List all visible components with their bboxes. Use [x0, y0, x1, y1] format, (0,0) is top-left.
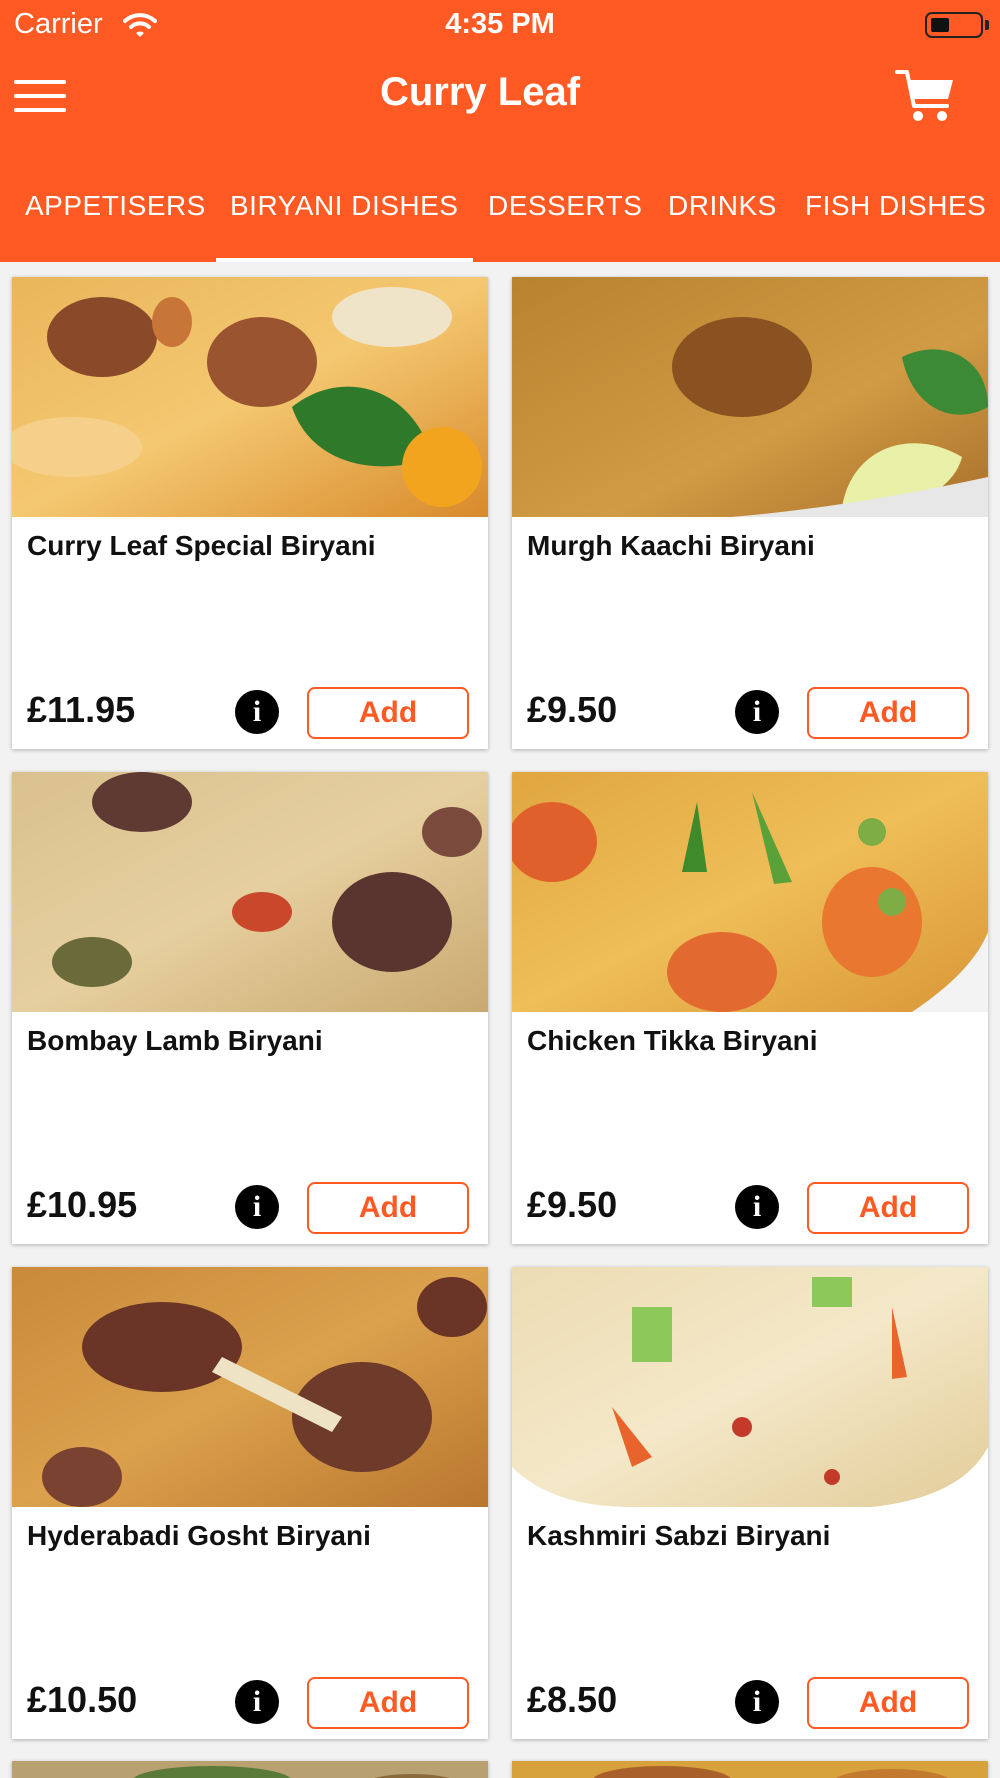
add-button[interactable]: Add: [307, 687, 469, 739]
item-name: Chicken Tikka Biryani: [527, 1025, 818, 1056]
menu-item-card[interactable]: Murgh Kaachi Biryani £9.50 i Add: [512, 277, 988, 749]
info-icon[interactable]: i: [235, 1185, 279, 1229]
menu-item-card[interactable]: Hyderabadi Gosht Biryani £10.50 i Add: [12, 1267, 488, 1739]
food-photo: [12, 277, 488, 517]
item-price: £10.95: [27, 1184, 138, 1225]
battery-icon: [925, 12, 983, 38]
add-button[interactable]: Add: [307, 1182, 469, 1234]
item-price: £8.50: [527, 1679, 618, 1720]
menu-item-card[interactable]: Kashmiri Sabzi Biryani £8.50 i Add: [512, 1267, 988, 1739]
tab-fish-dishes[interactable]: FISH DISHES: [805, 190, 986, 222]
info-icon[interactable]: i: [735, 1185, 779, 1229]
shopping-cart-icon[interactable]: [895, 66, 955, 126]
tab-appetisers[interactable]: APPETISERS: [25, 190, 206, 222]
item-price: £11.95: [27, 689, 136, 730]
add-button[interactable]: Add: [807, 687, 969, 739]
item-price: £9.50: [527, 689, 618, 730]
tab-biryani-dishes[interactable]: BIRYANI DISHES: [230, 190, 458, 222]
battery-nub: [985, 20, 989, 30]
menu-item-card[interactable]: Curry Leaf Special Biryani £11.95 i Add: [12, 277, 488, 749]
item-name: Curry Leaf Special Biryani: [27, 530, 376, 561]
item-price: £9.50: [527, 1184, 618, 1225]
menu-item-card[interactable]: Bombay Lamb Biryani £10.95 i Add: [12, 772, 488, 1244]
page-title: Curry Leaf: [379, 70, 581, 114]
menu-item-card-partial[interactable]: [12, 1761, 488, 1778]
menu-item-card-partial[interactable]: [512, 1761, 988, 1778]
status-time: 4:35 PM: [445, 8, 555, 40]
info-icon[interactable]: i: [735, 1680, 779, 1724]
food-photo: [12, 772, 488, 1012]
item-name: Hyderabadi Gosht Biryani: [27, 1520, 371, 1551]
tab-drinks[interactable]: DRINKS: [668, 190, 777, 222]
food-photo: [12, 1267, 488, 1507]
food-photo: [512, 1761, 988, 1778]
menu-grid: Curry Leaf Special Biryani £11.95 i Add …: [0, 262, 1000, 1778]
category-tabs: APPETISERS BIRYANI DISHES DESSERTS DRINK…: [0, 186, 1000, 262]
add-button[interactable]: Add: [807, 1677, 969, 1729]
food-photo: [512, 772, 988, 1012]
app-root: Carrier 4:35 PM Curry Leaf APPETISERS BI…: [0, 0, 1000, 1778]
food-photo: [512, 1267, 988, 1507]
item-name: Kashmiri Sabzi Biryani: [527, 1520, 831, 1551]
item-price: £10.50: [27, 1679, 138, 1720]
item-name: Bombay Lamb Biryani: [27, 1025, 323, 1056]
food-photo: [12, 1761, 488, 1778]
add-button[interactable]: Add: [807, 1182, 969, 1234]
add-button[interactable]: Add: [307, 1677, 469, 1729]
info-icon[interactable]: i: [235, 1680, 279, 1724]
info-icon[interactable]: i: [235, 690, 279, 734]
status-bar: Carrier 4:35 PM: [0, 0, 1000, 50]
food-photo: [512, 277, 988, 517]
tab-desserts[interactable]: DESSERTS: [488, 190, 642, 222]
menu-item-card[interactable]: Chicken Tikka Biryani £9.50 i Add: [512, 772, 988, 1244]
item-name: Murgh Kaachi Biryani: [527, 530, 815, 561]
info-icon[interactable]: i: [735, 690, 779, 734]
app-header: Carrier 4:35 PM Curry Leaf APPETISERS BI…: [0, 0, 1000, 262]
